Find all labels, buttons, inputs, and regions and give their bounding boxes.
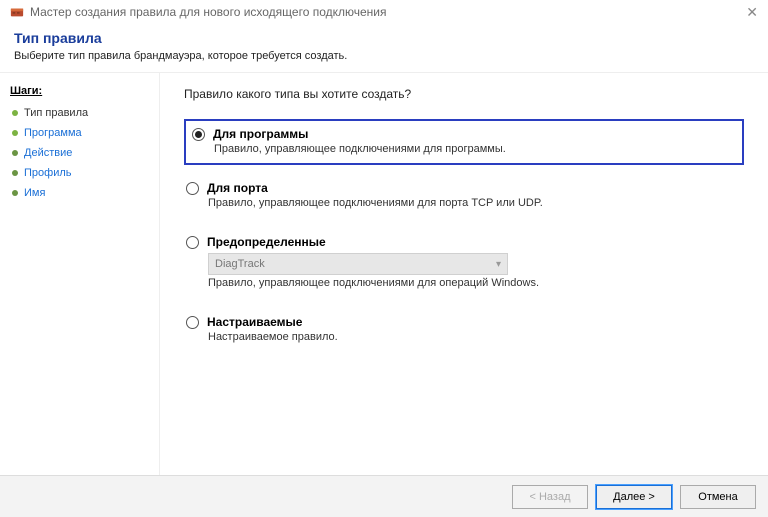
footer: < Назад Далее > Отмена bbox=[0, 475, 768, 517]
step-rule-type[interactable]: Тип правила bbox=[10, 103, 155, 123]
option-custom[interactable]: Настраиваемые Настраиваемое правило. bbox=[184, 311, 744, 349]
option-title: Для порта bbox=[207, 181, 268, 195]
option-predefined[interactable]: Предопределенные DiagTrack ▾ Правило, уп… bbox=[184, 231, 744, 295]
option-desc: Правило, управляющее подключениями для п… bbox=[214, 143, 732, 155]
predefined-dropdown: DiagTrack ▾ bbox=[208, 253, 508, 275]
back-button: < Назад bbox=[512, 485, 588, 509]
window-title: Мастер создания правила для нового исход… bbox=[30, 5, 387, 19]
step-profile[interactable]: Профиль bbox=[10, 163, 155, 183]
sidebar: Шаги: Тип правила Программа Действие Про… bbox=[0, 73, 160, 475]
option-desc: Настраиваемое правило. bbox=[208, 331, 738, 343]
firewall-icon bbox=[10, 5, 24, 19]
radio-predefined[interactable] bbox=[186, 236, 199, 249]
page-subtitle: Выберите тип правила брандмауэра, которо… bbox=[14, 50, 754, 62]
option-title: Настраиваемые bbox=[207, 315, 302, 329]
option-desc: Правило, управляющее подключениями для п… bbox=[208, 197, 738, 209]
radio-port[interactable] bbox=[186, 182, 199, 195]
option-desc: Правило, управляющее подключениями для о… bbox=[208, 277, 738, 289]
step-name[interactable]: Имя bbox=[10, 183, 155, 203]
option-title: Для программы bbox=[213, 127, 308, 141]
bullet-icon bbox=[12, 110, 18, 116]
radio-program[interactable] bbox=[192, 128, 205, 141]
step-program[interactable]: Программа bbox=[10, 123, 155, 143]
step-label: Программа bbox=[24, 127, 82, 139]
main-panel: Правило какого типа вы хотите создать? Д… bbox=[160, 73, 768, 475]
option-title: Предопределенные bbox=[207, 235, 326, 249]
bullet-icon bbox=[12, 190, 18, 196]
page-title: Тип правила bbox=[14, 30, 754, 46]
step-action[interactable]: Действие bbox=[10, 143, 155, 163]
option-program[interactable]: Для программы Правило, управляющее подкл… bbox=[184, 119, 744, 165]
step-label: Тип правила bbox=[24, 107, 88, 119]
bullet-icon bbox=[12, 130, 18, 136]
steps-label: Шаги: bbox=[10, 85, 155, 97]
bullet-icon bbox=[12, 150, 18, 156]
question-text: Правило какого типа вы хотите создать? bbox=[184, 87, 744, 101]
cancel-button[interactable]: Отмена bbox=[680, 485, 756, 509]
close-icon[interactable]: ✕ bbox=[746, 4, 758, 21]
step-label: Имя bbox=[24, 187, 45, 199]
step-label: Профиль bbox=[24, 167, 72, 179]
dropdown-value: DiagTrack bbox=[215, 258, 265, 270]
next-button[interactable]: Далее > bbox=[596, 485, 672, 509]
chevron-down-icon: ▾ bbox=[496, 259, 501, 270]
bullet-icon bbox=[12, 170, 18, 176]
titlebar: Мастер создания правила для нового исход… bbox=[0, 0, 768, 24]
step-label: Действие bbox=[24, 147, 72, 159]
header: Тип правила Выберите тип правила брандма… bbox=[0, 24, 768, 73]
option-port[interactable]: Для порта Правило, управляющее подключен… bbox=[184, 177, 744, 215]
radio-custom[interactable] bbox=[186, 316, 199, 329]
